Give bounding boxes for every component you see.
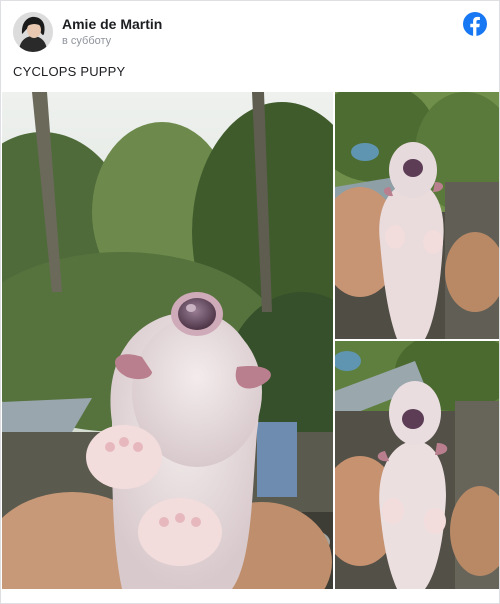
facebook-post: Amie de Martin в субботу CYCLOPS PUPPY — [0, 0, 500, 604]
photo-grid — [1, 91, 499, 591]
post-photo-main[interactable] — [2, 92, 333, 589]
avatar[interactable] — [13, 12, 53, 52]
author-name[interactable]: Amie de Martin — [62, 16, 162, 32]
post-photo-bottom[interactable] — [335, 341, 499, 589]
post-timestamp[interactable]: в субботу — [62, 35, 111, 47]
post-photo-top[interactable] — [335, 92, 499, 339]
avatar-image — [13, 12, 53, 52]
post-text: CYCLOPS PUPPY — [13, 64, 126, 79]
post-header: Amie de Martin в субботу — [13, 11, 487, 55]
facebook-icon[interactable] — [463, 12, 487, 36]
